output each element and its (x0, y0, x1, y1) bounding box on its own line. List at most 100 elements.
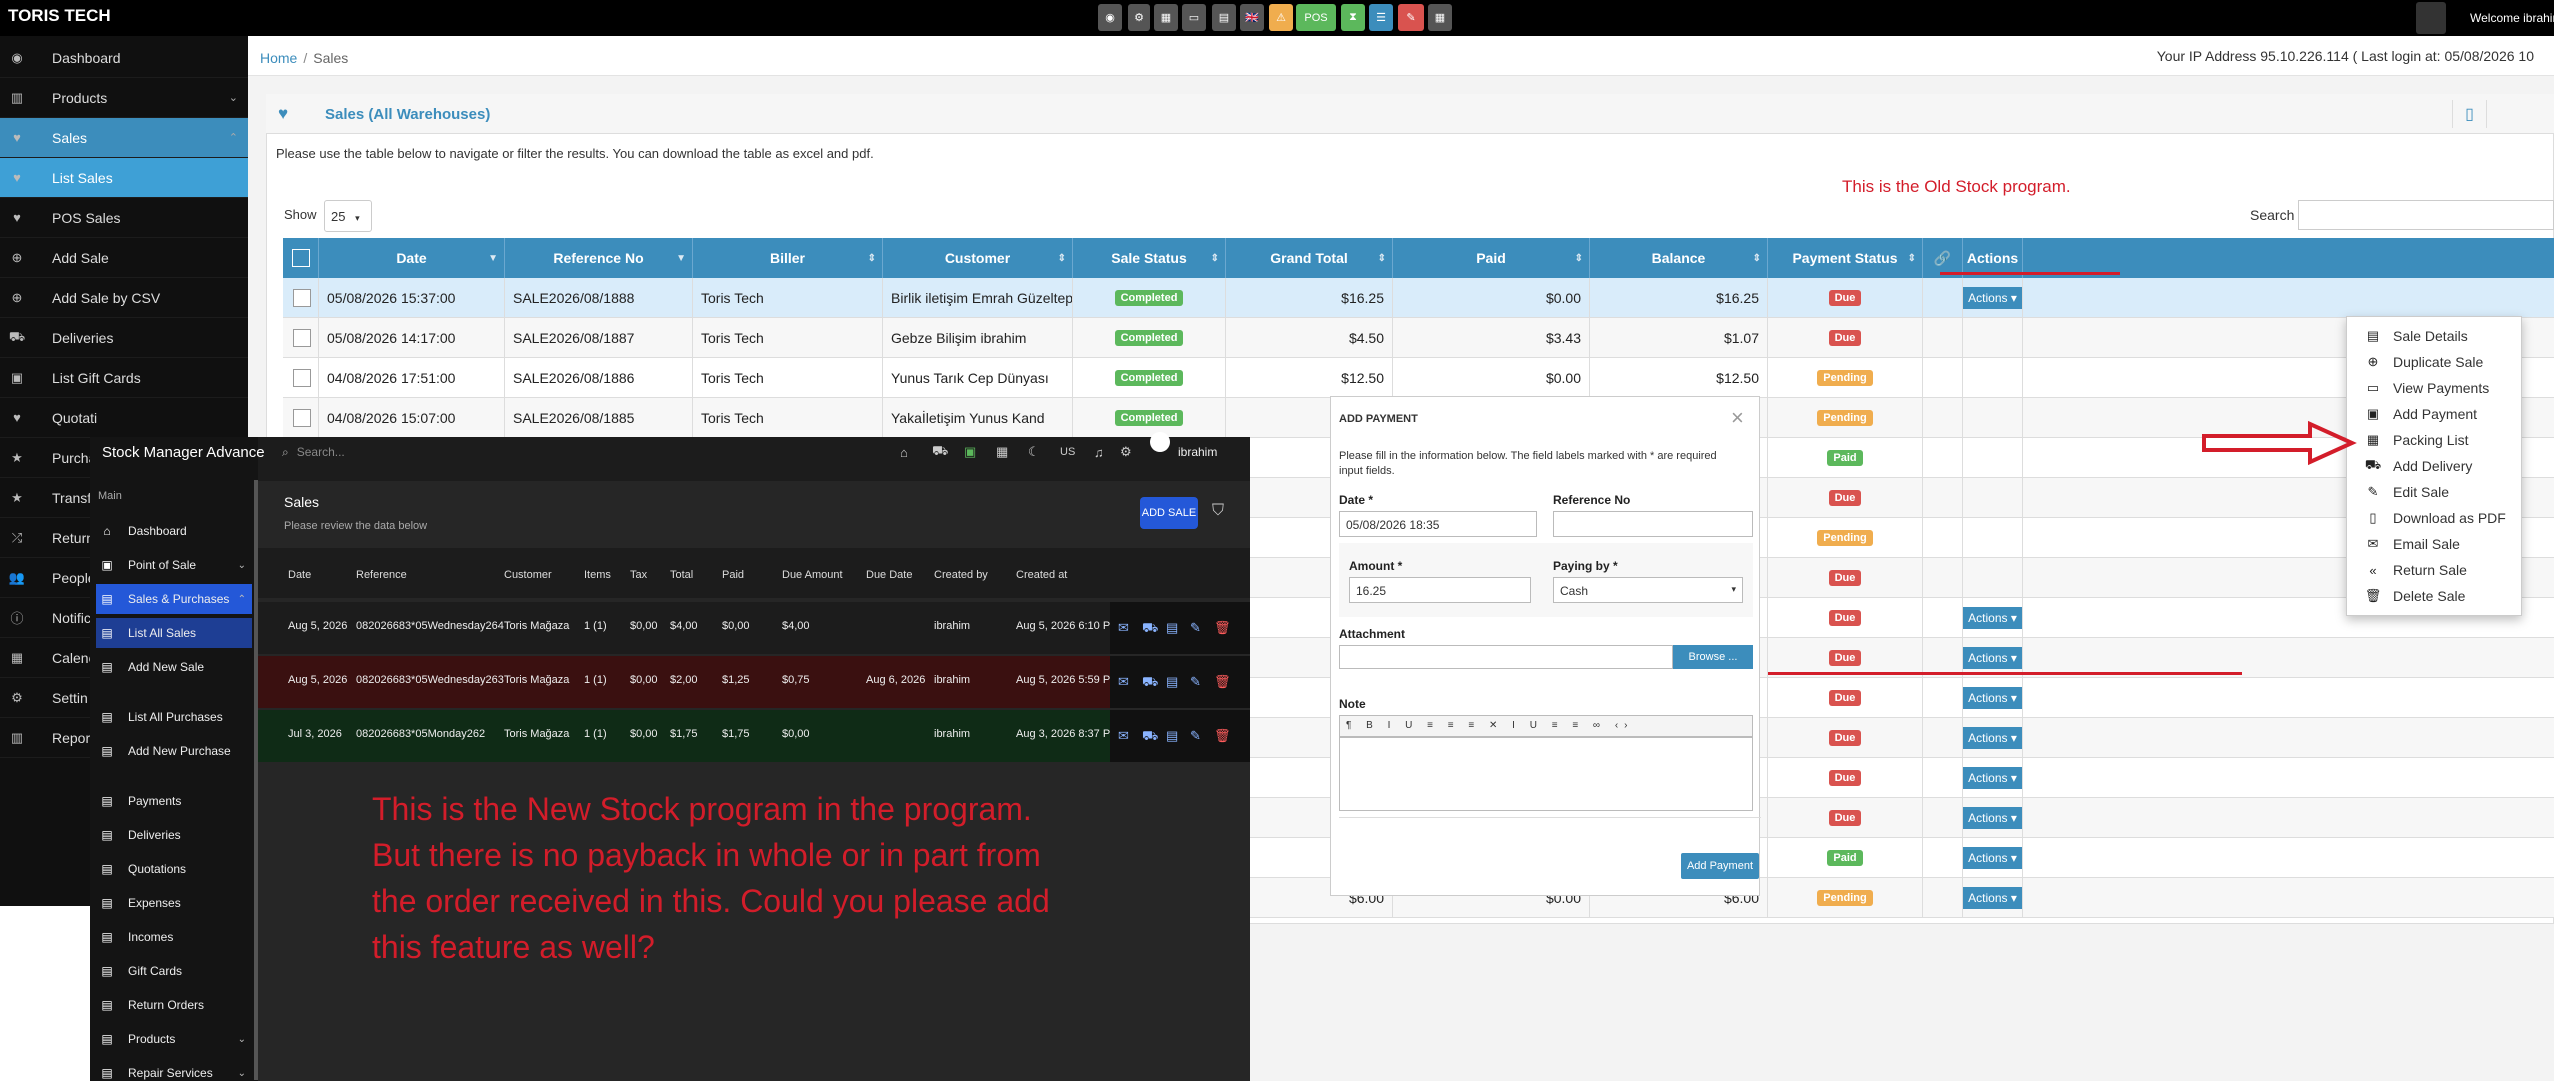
new-column-header[interactable]: Tax (630, 569, 647, 581)
new-column-header[interactable]: Items (584, 569, 611, 581)
dropdown-item-duplicate-sale[interactable]: ⊕ Duplicate Sale (2347, 349, 2523, 375)
sort-icon[interactable]: ⇕ (1378, 253, 1386, 264)
welcome-text[interactable]: Welcome ibrahim (2470, 11, 2554, 25)
new-column-header[interactable]: Created at (1016, 569, 1067, 581)
column-header[interactable]: Balance ⇕ (1590, 238, 1768, 278)
new-table-row[interactable]: Jul 3, 2026 082026683*05Monday262 Toris Ma… (258, 710, 1250, 762)
actions-button[interactable]: Actions ▾ (1963, 847, 2022, 869)
close-icon[interactable]: × (1731, 405, 1744, 431)
envelope-icon[interactable]: ✉ (1118, 728, 1129, 744)
date-field[interactable]: 05/08/2026 18:35 (1339, 511, 1537, 537)
sidebar-item-pos-sales[interactable]: ♥ POS Sales (0, 198, 248, 238)
truck-icon[interactable]: ⛟ (1142, 728, 1158, 746)
new-sidebar-item-expenses[interactable]: ▤ Expenses (96, 888, 252, 918)
edit-icon[interactable]: ✎ (1190, 620, 1201, 636)
dropdown-item-edit-sale[interactable]: ✎ Edit Sale (2347, 479, 2523, 505)
sidebar-item-list-sales[interactable]: ♥ List Sales (0, 158, 248, 198)
new-column-header[interactable]: Date (288, 569, 311, 581)
language-selector[interactable]: US (1060, 437, 1075, 467)
new-sidebar-item-dashboard[interactable]: ⌂ Dashboard (96, 516, 252, 546)
trash-icon[interactable]: 🗑 (1214, 620, 1231, 636)
new-sidebar-item-sales-purchases[interactable]: ▤ Sales & Purchases ⌃ (96, 584, 252, 614)
receipt-icon[interactable]: ▤ (1166, 674, 1178, 690)
new-sidebar-item-quotations[interactable]: ▤ Quotations (96, 854, 252, 884)
calculator-icon[interactable]: ▦ (1154, 4, 1178, 31)
sidebar-item-products[interactable]: ▥ Products ⌄ (0, 78, 248, 118)
actions-button[interactable]: Actions ▾ (1963, 687, 2022, 709)
actions-button[interactable]: Actions ▾ (1963, 807, 2022, 829)
actions-button[interactable]: Actions ▾ (1963, 727, 2022, 749)
trash-icon[interactable]: 🗑 (1214, 674, 1231, 690)
column-header[interactable]: Biller ⇕ (693, 238, 883, 278)
new-column-header[interactable]: Reference (356, 569, 407, 581)
cogs-icon[interactable]: ⚙ (1128, 4, 1150, 31)
grid-icon[interactable]: ▦ (996, 437, 1008, 467)
actions-button[interactable]: Actions ▾ (1963, 287, 2022, 309)
browse-button[interactable]: Browse ... (1673, 645, 1753, 669)
row-checkbox[interactable] (293, 409, 311, 427)
column-header[interactable]: Grand Total ⇕ (1226, 238, 1393, 278)
envelope-icon[interactable]: ✉ (1118, 620, 1129, 636)
flag-uk-icon[interactable]: 🇬🇧 (1240, 4, 1264, 31)
new-table-row[interactable]: Aug 5, 2026 082026683*05Wednesday264 Toris… (258, 602, 1250, 654)
new-sidebar-item-repair-services[interactable]: ▤ Repair Services ⌄ (96, 1058, 252, 1081)
actions-button[interactable]: Actions ▾ (1963, 607, 2022, 629)
attachment-field[interactable] (1339, 645, 1673, 669)
search-input[interactable] (2298, 200, 2554, 230)
new-sidebar-item-payments[interactable]: ▤ Payments (96, 786, 252, 816)
new-column-header[interactable]: Paid (722, 569, 744, 581)
dropdown-item-email-sale[interactable]: ✉ Email Sale (2347, 531, 2523, 557)
envelope-icon[interactable]: ✉ (1118, 674, 1129, 690)
table-row[interactable]: 05/08/2026 14:17:00 SALE2026/08/1887 Toris… (283, 318, 2554, 358)
column-header[interactable]: Reference No ▼ (505, 238, 693, 278)
dropdown-item-add-payment[interactable]: ▣ Add Payment (2347, 401, 2523, 427)
user-name[interactable]: ibrahim (1178, 437, 1217, 467)
edit-icon[interactable]: ✎ (1190, 674, 1201, 690)
add-payment-button[interactable]: Add Payment (1681, 853, 1759, 879)
new-column-header[interactable]: Customer (504, 569, 552, 581)
new-search-input[interactable]: ⌕ Search... (282, 437, 345, 467)
eraser-icon[interactable]: ✎ (1398, 4, 1424, 31)
new-brand[interactable]: Stock Manager Advance (102, 437, 265, 467)
table-row[interactable]: 05/08/2026 15:37:00 SALE2026/08/1888 Toris… (283, 278, 2554, 318)
receipt-icon[interactable]: ▤ (1166, 728, 1178, 744)
truck-icon[interactable]: ⛟ (1142, 620, 1158, 638)
sidebar-item-add-sale[interactable]: ⊕ Add Sale (0, 238, 248, 278)
reference-field[interactable] (1553, 511, 1753, 537)
note-editor[interactable] (1339, 737, 1753, 811)
new-sidebar-item-list-all-sales[interactable]: ▤ List All Sales (96, 618, 252, 648)
sort-icon[interactable]: ⇕ (1058, 253, 1066, 264)
dropdown-item-return-sale[interactable]: « Return Sale (2347, 557, 2523, 583)
list-icon[interactable]: ☰ (1369, 4, 1393, 31)
dropdown-item-sale-details[interactable]: ▤ Sale Details (2347, 323, 2523, 349)
column-header[interactable]: Customer ⇕ (883, 238, 1073, 278)
new-column-header[interactable]: Total (670, 569, 693, 581)
column-header[interactable]: Date ▼ (319, 238, 505, 278)
row-checkbox[interactable] (293, 369, 311, 387)
new-column-header[interactable]: Created by (934, 569, 988, 581)
new-column-header[interactable]: Due Amount (782, 569, 843, 581)
grid-icon[interactable]: ▦ (1428, 4, 1452, 31)
android-icon[interactable]: ▣ (964, 437, 976, 467)
table-row[interactable]: 04/08/2026 17:51:00 SALE2026/08/1886 Toris… (283, 358, 2554, 398)
sidebar-item-list-gift-cards[interactable]: ▣ List Gift Cards (0, 358, 248, 398)
new-sidebar-item-return-orders[interactable]: ▤ Return Orders (96, 990, 252, 1020)
actions-button[interactable]: Actions ▾ (1963, 647, 2022, 669)
new-sidebar-item-list-all-purchases[interactable]: ▤ List All Purchases (96, 702, 252, 732)
sidebar-item-add-sale-by-csv[interactable]: ⊕ Add Sale by CSV (0, 278, 248, 318)
filter-icon[interactable]: ⛉ (1212, 502, 1224, 520)
user-avatar[interactable] (1150, 432, 1170, 452)
breadcrumb-home[interactable]: Home (260, 50, 297, 66)
tasks-icon[interactable] (2486, 100, 2520, 128)
amount-field[interactable]: 16.25 (1349, 577, 1531, 603)
avatar[interactable] (2416, 2, 2446, 34)
note-toolbar[interactable]: ¶ B I U ≡ ≡ ≡ ✕ I U ≡ ≡ ∞ ‹› (1339, 715, 1753, 737)
entries-select[interactable]: 25 ▾ (324, 200, 372, 232)
clipboard-icon[interactable]: ▤ (1212, 4, 1236, 31)
edit-icon[interactable]: ✎ (1190, 728, 1201, 744)
new-column-header[interactable]: Due Date (866, 569, 912, 581)
sort-icon[interactable]: ⇕ (1753, 253, 1761, 264)
dropdown-item-packing-list[interactable]: ▦ Packing List (2347, 427, 2523, 453)
alert-icon[interactable]: ⚠ (1269, 4, 1293, 31)
gear-icon[interactable]: ⚙ (1120, 437, 1132, 467)
